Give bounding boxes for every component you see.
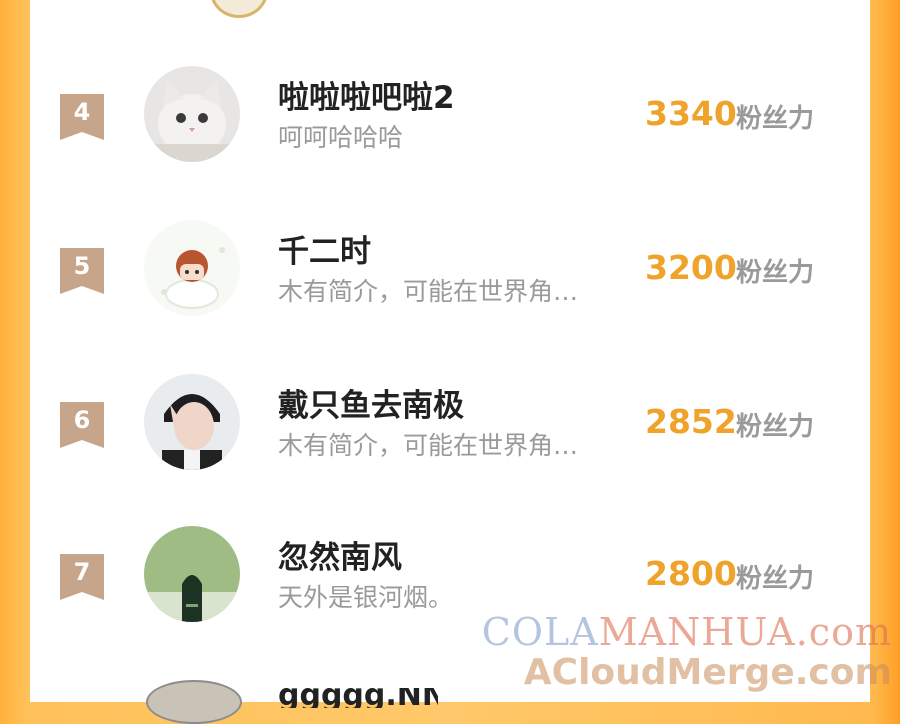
rank-number: 4 bbox=[73, 98, 91, 126]
user-name[interactable]: 戴只鱼去南极 bbox=[278, 380, 464, 425]
avatar[interactable] bbox=[144, 526, 240, 622]
avatar-previous[interactable] bbox=[210, 0, 268, 18]
rank-number: 7 bbox=[73, 558, 91, 586]
photo-avatar-image bbox=[144, 374, 240, 470]
avatar[interactable] bbox=[144, 220, 240, 316]
avatar[interactable] bbox=[144, 66, 240, 162]
watermark-line-2: ACloudMerge.com bbox=[523, 652, 892, 693]
ranking-panel: 4 啦啦啦吧啦2 呵呵哈哈哈 3340 粉丝力 5 千二时 木有简介，可能在世界… bbox=[30, 0, 870, 724]
user-bio: 天外是银河烟。 bbox=[278, 583, 454, 612]
fan-score-unit: 粉丝力 bbox=[736, 258, 815, 288]
watermark-line-1: COLAMANHUA.com bbox=[481, 610, 892, 654]
rank-badge: 7 bbox=[60, 554, 104, 600]
fan-score: 3200 bbox=[645, 248, 737, 287]
rank-badge: 5 bbox=[60, 248, 104, 294]
user-name[interactable]: 千二时 bbox=[278, 226, 371, 271]
fan-score-unit: 粉丝力 bbox=[736, 104, 815, 134]
ranking-row-6[interactable]: 6 戴只鱼去南极 木有简介，可能在世界角… 2852 粉丝力 bbox=[30, 374, 870, 494]
fan-score: 3340 bbox=[645, 94, 737, 133]
doorway-avatar-image bbox=[144, 526, 240, 622]
rank-badge: 4 bbox=[60, 94, 104, 140]
fan-score: 2800 bbox=[645, 554, 737, 593]
ranking-row-4[interactable]: 4 啦啦啦吧啦2 呵呵哈哈哈 3340 粉丝力 bbox=[30, 66, 870, 186]
fan-score: 2852 bbox=[645, 402, 737, 441]
chibi-avatar-image bbox=[144, 220, 240, 316]
cat-avatar-image bbox=[144, 66, 240, 162]
rank-number: 6 bbox=[73, 406, 91, 434]
avatar-next[interactable] bbox=[146, 680, 242, 724]
fan-score-unit: 粉丝力 bbox=[736, 564, 815, 594]
rank-badge: 6 bbox=[60, 402, 104, 448]
user-name[interactable]: 啦啦啦吧啦2 bbox=[278, 72, 455, 117]
ranking-row-5[interactable]: 5 千二时 木有简介，可能在世界角… 3200 粉丝力 bbox=[30, 220, 870, 340]
user-bio: 木有简介，可能在世界角… bbox=[278, 431, 579, 460]
user-name-next[interactable]: ggggg.NNN bbox=[278, 688, 438, 708]
rank-number: 5 bbox=[73, 252, 91, 280]
fan-score-unit: 粉丝力 bbox=[736, 412, 815, 442]
user-bio: 呵呵哈哈哈 bbox=[278, 123, 404, 152]
user-bio: 木有简介，可能在世界角… bbox=[278, 277, 579, 306]
avatar[interactable] bbox=[144, 374, 240, 470]
user-name[interactable]: 忽然南风 bbox=[278, 532, 402, 577]
